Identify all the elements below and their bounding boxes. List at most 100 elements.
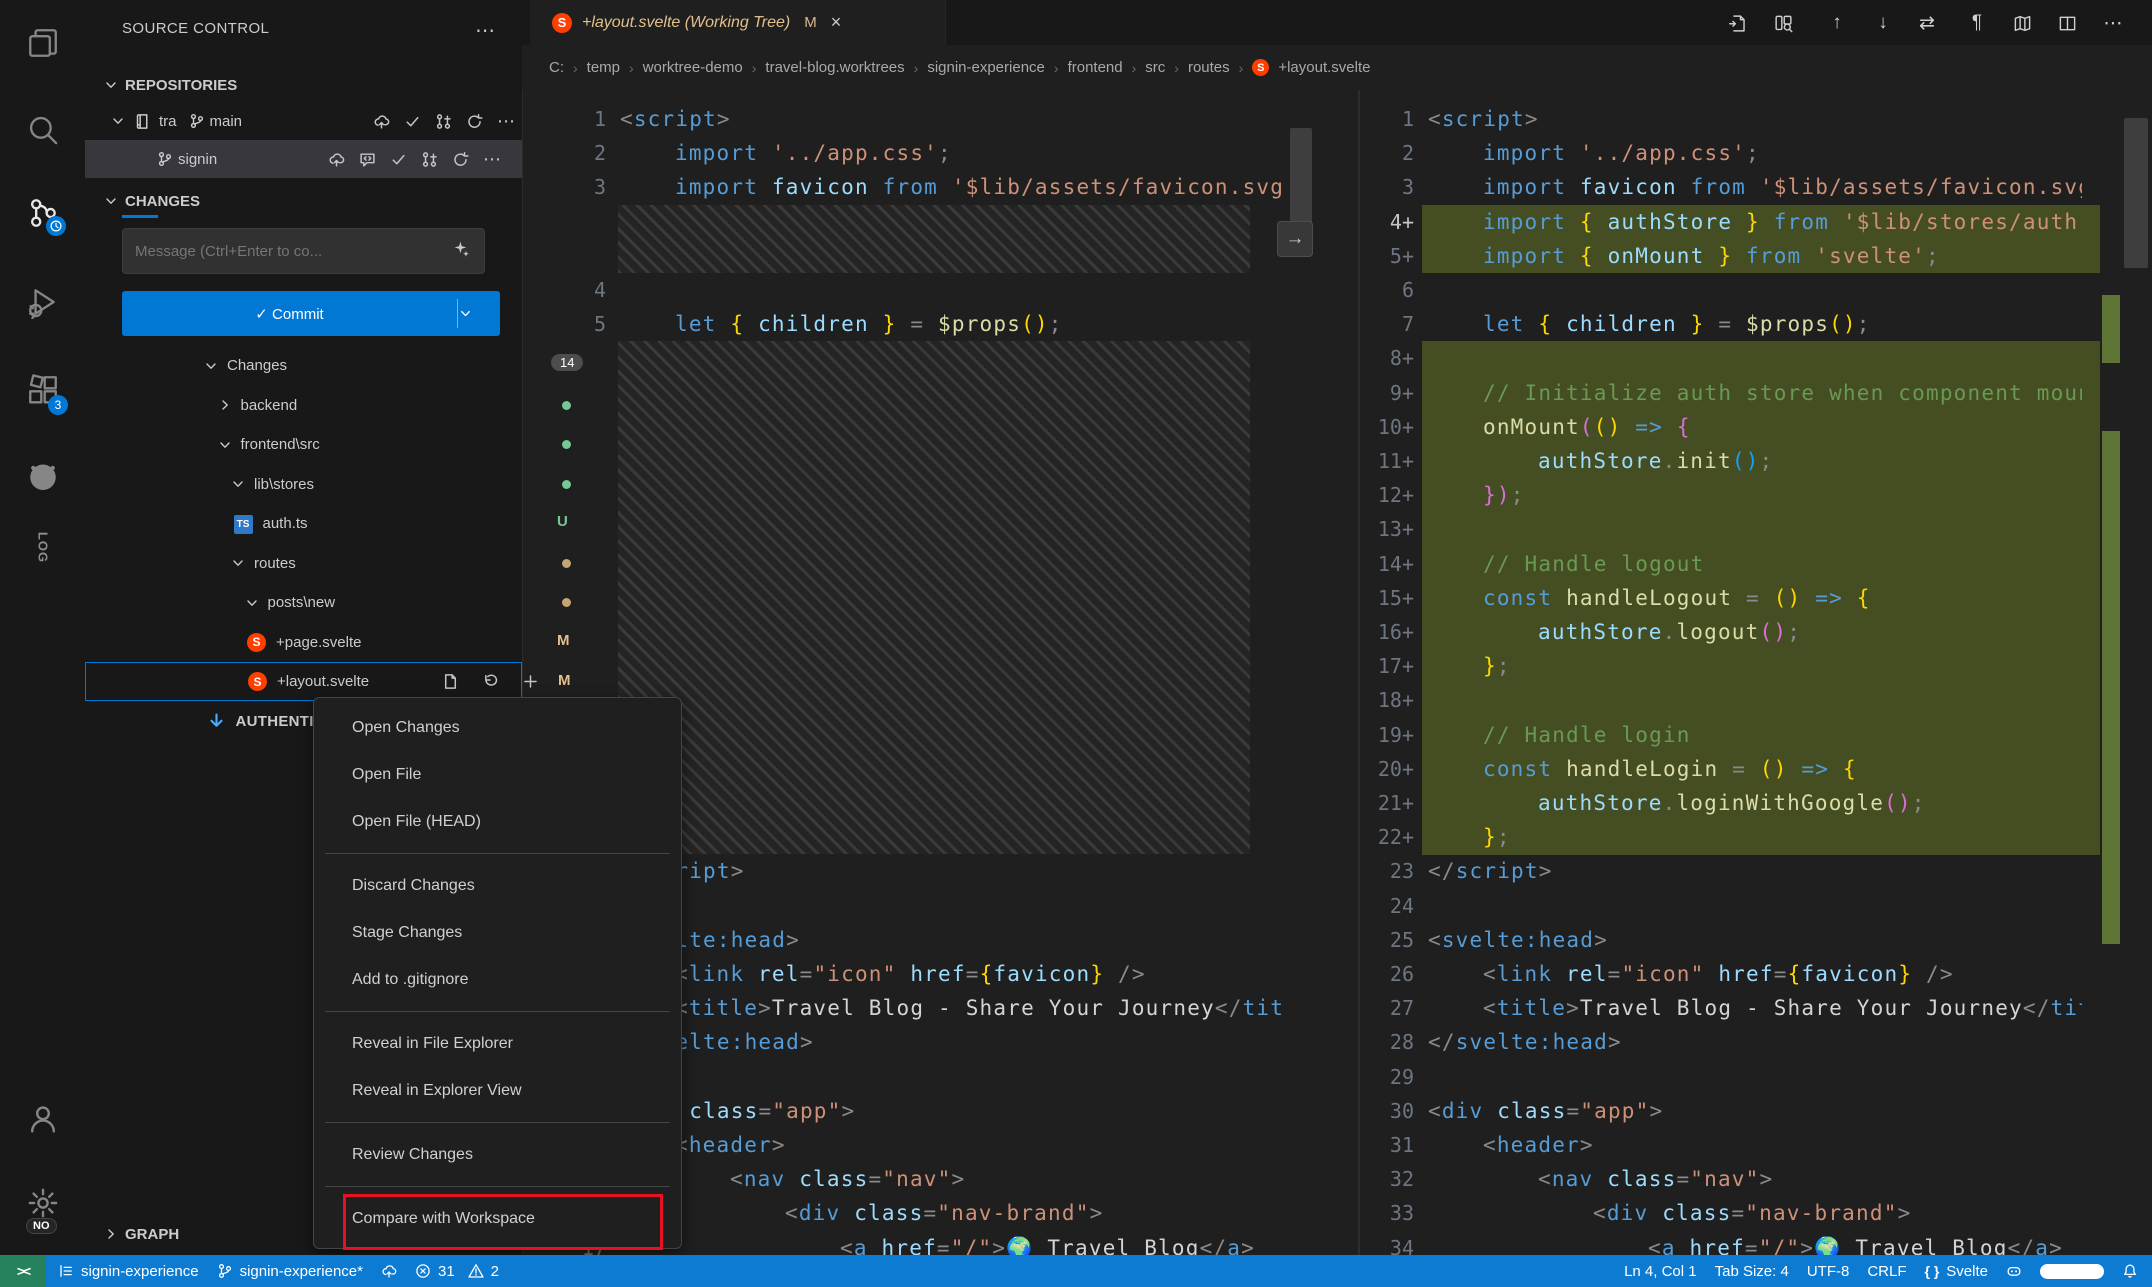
menu-item-open-changes[interactable]: Open Changes — [314, 704, 681, 751]
code-line[interactable]: 3import favicon from '$lib/assets/favico… — [522, 170, 1283, 205]
code-line[interactable]: 4+import { authStore } from '$lib/stores… — [1360, 205, 2152, 240]
code-line[interactable]: 25<svelte:head> — [1360, 923, 2152, 958]
status-item-problems[interactable]: 312 — [415, 1263, 499, 1280]
settings-gear-icon[interactable]: NO — [0, 1168, 85, 1238]
commit-button[interactable]: ✓ Commit — [122, 291, 500, 336]
code-line[interactable]: 13+ — [1360, 512, 2152, 547]
scm-tree-item-changes[interactable]: Changes14 — [85, 346, 522, 385]
discard-icon[interactable] — [482, 673, 499, 690]
explorer-icon[interactable] — [0, 8, 85, 78]
refresh-icon[interactable] — [466, 113, 483, 130]
cloud-upload-icon[interactable] — [373, 113, 390, 130]
code-line[interactable]: 15+const handleLogout = () => { — [1360, 581, 2152, 616]
worktree-branch-row[interactable]: signin ⋯ — [85, 140, 522, 178]
code-line[interactable]: 16+authStore.logout(); — [1360, 615, 2152, 650]
code-line[interactable]: 28</svelte:head> — [1360, 1025, 2152, 1060]
scm-tree-item-+layout-svelte[interactable]: S+layout.svelteM — [85, 662, 522, 701]
code-line[interactable]: 1<script> — [522, 102, 1283, 137]
code-line[interactable]: 20+const handleLogin = () => { — [1360, 752, 2152, 787]
status-item-ln-4-col-1[interactable]: Ln 4, Col 1 — [1624, 1263, 1697, 1280]
status-item-crlf[interactable]: CRLF — [1867, 1263, 1906, 1280]
code-line[interactable]: 19+// Handle login — [1360, 718, 2152, 753]
code-line[interactable]: 5let { children } = $props(); — [522, 307, 1283, 342]
code-line[interactable]: 1<script> — [1360, 102, 2152, 137]
code-line[interactable]: 22+}; — [1360, 820, 2152, 855]
code-line[interactable]: 30<div class="app"> — [1360, 1094, 2152, 1129]
cloud-upload-icon[interactable] — [328, 151, 345, 168]
menu-item-review-changes[interactable]: Review Changes — [314, 1131, 681, 1178]
code-line[interactable]: 8+ — [1360, 341, 2152, 376]
scm-tree-item-auth-ts[interactable]: TSauth.tsU — [85, 504, 522, 543]
code-line[interactable]: 26<link rel="icon" href={favicon} /> — [1360, 957, 2152, 992]
menu-item-add-to-gitignore[interactable]: Add to .gitignore — [314, 956, 681, 1003]
status-item-cloud-upload-icon[interactable] — [381, 1263, 397, 1279]
status-item-copilot-icon[interactable] — [2006, 1263, 2022, 1279]
code-line[interactable]: 10+onMount(() => { — [1360, 410, 2152, 445]
repository-row[interactable]: tra main ⋯ — [85, 102, 522, 140]
next-change-icon[interactable]: ↓ — [1866, 8, 1900, 38]
code-line[interactable]: 5+import { onMount } from 'svelte'; — [1360, 239, 2152, 274]
code-line[interactable]: 18+ — [1360, 683, 2152, 718]
menu-item-reveal-in-explorer-view[interactable]: Reveal in Explorer View — [314, 1067, 681, 1114]
code-line[interactable]: 6 — [1360, 273, 2152, 308]
github-icon[interactable] — [0, 441, 85, 511]
revert-block-arrow-button[interactable]: → — [1277, 221, 1313, 257]
extensions-icon[interactable]: 3 — [0, 355, 85, 425]
status-item-svelte[interactable]: { }Svelte — [1925, 1263, 1989, 1280]
tab-layout-svelte-working-tree[interactable]: S +layout.svelte (Working Tree) M × — [530, 0, 946, 45]
code-line[interactable]: 12+}); — [1360, 478, 2152, 513]
code-line[interactable]: 33<div class="nav-brand"> — [1360, 1196, 2152, 1231]
split-editor-icon[interactable] — [2050, 8, 2084, 38]
breadcrumb-item[interactable]: frontend — [1068, 59, 1123, 76]
check-icon[interactable] — [404, 113, 421, 130]
comment-code-icon[interactable] — [359, 151, 376, 168]
code-line[interactable]: 24 — [1360, 889, 2152, 924]
code-line[interactable]: 27<title>Travel Blog - Share Your Journe… — [1360, 991, 2152, 1026]
right-scrollbar-thumb[interactable] — [2124, 118, 2148, 268]
status-item-bell-icon[interactable] — [2122, 1263, 2138, 1279]
map-icon[interactable] — [2005, 8, 2039, 38]
breadcrumb-item[interactable]: worktree-demo — [643, 59, 743, 76]
code-line[interactable]: 32<nav class="nav"> — [1360, 1162, 2152, 1197]
whitespace-icon[interactable]: ¶ — [1960, 8, 1994, 38]
code-line[interactable]: 4 — [522, 273, 1283, 308]
code-line[interactable]: 14+// Handle logout — [1360, 547, 2152, 582]
breadcrumb-item[interactable]: routes — [1188, 59, 1230, 76]
code-line[interactable]: 23</script> — [1360, 854, 2152, 889]
code-line[interactable]: 21+authStore.loginWithGoogle(); — [1360, 786, 2152, 821]
menu-item-reveal-in-file-explorer[interactable]: Reveal in File Explorer — [314, 1020, 681, 1067]
code-line[interactable]: 34<a href="/">🌍 Travel Blog</a> — [1360, 1231, 2152, 1255]
code-line[interactable]: 2import '../app.css'; — [1360, 136, 2152, 171]
sparkle-icon[interactable] — [453, 240, 470, 257]
scm-tree-item-routes[interactable]: routes — [85, 544, 522, 583]
code-line[interactable]: 17+}; — [1360, 649, 2152, 684]
scm-tree-item-lib-stores[interactable]: lib\stores — [85, 465, 522, 504]
breadcrumb-item[interactable]: src — [1145, 59, 1165, 76]
code-line[interactable]: 7let { children } = $props(); — [1360, 307, 2152, 342]
code-line[interactable]: 29 — [1360, 1060, 2152, 1095]
pr-plus-icon[interactable] — [421, 151, 438, 168]
pr-plus-icon[interactable] — [435, 113, 452, 130]
code-line[interactable]: 11+authStore.init(); — [1360, 444, 2152, 479]
more-actions-icon[interactable]: ⋯ — [2096, 8, 2130, 38]
breadcrumb-item[interactable]: C: — [549, 59, 564, 76]
more-actions-icon[interactable]: ⋯ — [497, 111, 515, 132]
more-actions-icon[interactable]: ⋯ — [483, 149, 501, 170]
run-debug-icon[interactable] — [0, 267, 85, 337]
menu-item-compare-with-workspace[interactable]: Compare with Workspace — [314, 1195, 681, 1242]
status-item-signin-experience[interactable]: signin-experience — [58, 1263, 199, 1280]
repositories-section-header[interactable]: REPOSITORIES — [103, 68, 522, 102]
diff-modified-pane[interactable]: 1<script>2import '../app.css';3import fa… — [1360, 90, 2152, 1255]
swap-sides-icon[interactable]: ⇄ — [1910, 8, 1944, 38]
search-icon[interactable] — [0, 95, 85, 165]
breadcrumb-item[interactable]: signin-experience — [927, 59, 1045, 76]
scm-tree-item-posts-new[interactable]: posts\new — [85, 583, 522, 622]
check-icon[interactable] — [390, 151, 407, 168]
open-file-icon[interactable] — [1720, 8, 1754, 38]
changes-section-header[interactable]: CHANGES — [103, 185, 522, 217]
scm-tree-item-backend[interactable]: backend — [85, 386, 522, 425]
code-line[interactable]: 31<header> — [1360, 1128, 2152, 1163]
menu-item-stage-changes[interactable]: Stage Changes — [314, 909, 681, 956]
status-item-signin-experience-[interactable]: signin-experience* — [217, 1263, 363, 1280]
menu-item-open-file[interactable]: Open File — [314, 751, 681, 798]
